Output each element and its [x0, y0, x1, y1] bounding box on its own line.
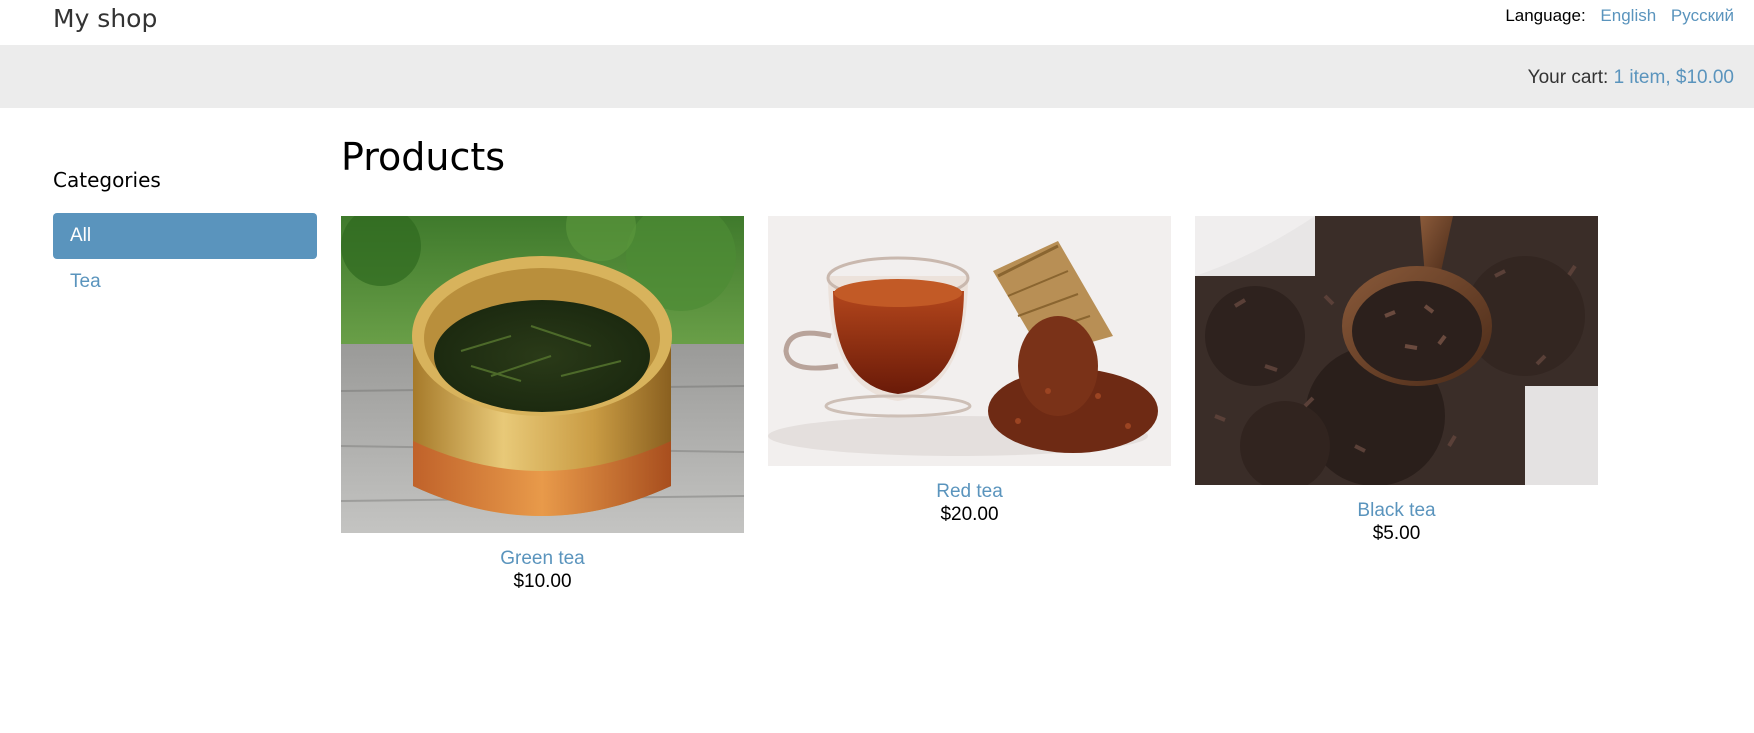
cart-label: Your cart:	[1527, 67, 1609, 88]
cart-summary: Your cart: 1 item, $10.00	[1528, 65, 1734, 91]
shop-title-link[interactable]: My shop	[53, 2, 157, 36]
product-name-link[interactable]: Green tea	[341, 547, 744, 570]
language-label: Language:	[1505, 6, 1586, 25]
categories-heading: Categories	[53, 168, 161, 192]
sidebar: Categories All Tea	[53, 164, 317, 305]
page-title: Products	[341, 135, 506, 179]
black-tea-photo	[1195, 216, 1598, 485]
green-tea-image[interactable]	[341, 216, 744, 533]
cart-link[interactable]: 1 item, $10.00	[1614, 67, 1734, 88]
language-english-link[interactable]: English	[1600, 6, 1656, 25]
product-name-link[interactable]: Black tea	[1195, 499, 1598, 522]
product-price: $5.00	[1372, 523, 1421, 544]
product-price: $10.00	[513, 571, 572, 592]
language-switcher: Language: English Русский	[1505, 4, 1734, 28]
category-item-all[interactable]: All	[53, 213, 317, 259]
product-name-link[interactable]: Red tea	[768, 480, 1171, 503]
header: My shop Language: English Русский	[0, 0, 1754, 45]
product-price: $20.00	[940, 504, 999, 525]
language-russian-link[interactable]: Русский	[1671, 6, 1734, 25]
category-item-tea[interactable]: Tea	[53, 259, 317, 305]
red-tea-photo	[768, 216, 1171, 466]
black-tea-image[interactable]	[1195, 216, 1598, 485]
product-card: Black tea $5.00	[1195, 216, 1598, 545]
cart-bar: Your cart: 1 item, $10.00	[0, 45, 1754, 108]
red-tea-image[interactable]	[768, 216, 1171, 466]
product-card: Red tea $20.00	[768, 216, 1171, 526]
product-card: Green tea $10.00	[341, 216, 744, 593]
green-tea-photo	[341, 216, 744, 533]
